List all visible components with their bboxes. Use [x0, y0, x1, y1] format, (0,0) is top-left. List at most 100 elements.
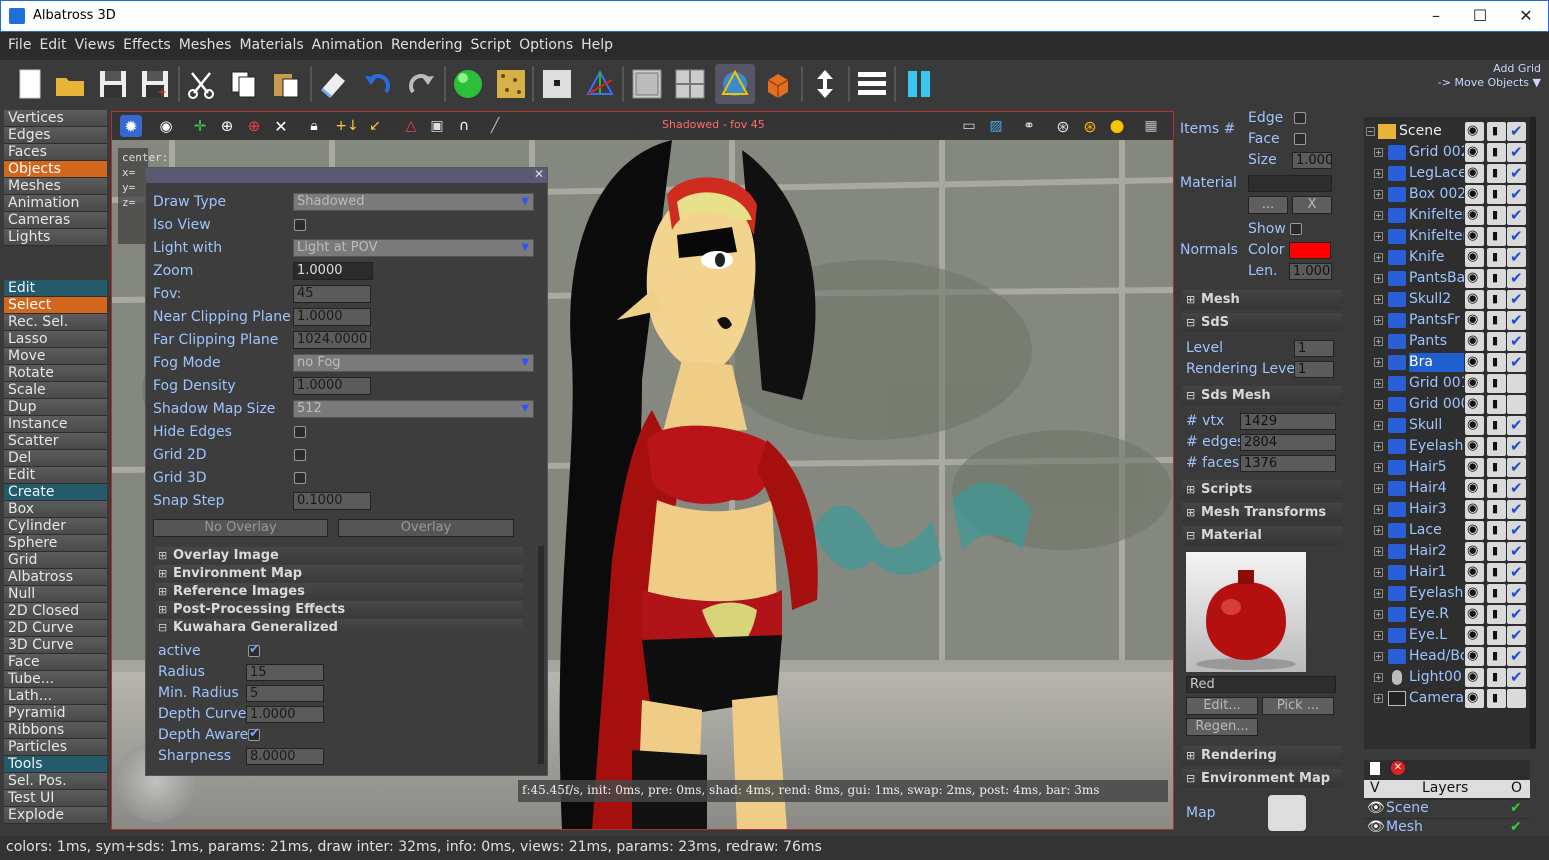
check-icon[interactable]: ✔: [1510, 800, 1522, 816]
render-check-icon[interactable]: ✔: [1507, 122, 1526, 141]
expand-icon[interactable]: +: [1374, 526, 1383, 535]
expand-icon[interactable]: +: [1374, 673, 1383, 682]
edit-scale[interactable]: Scale: [4, 382, 107, 399]
render-check-icon[interactable]: ✔: [1507, 206, 1526, 225]
render-check-icon[interactable]: ✔: [1507, 626, 1526, 645]
material-clear-button[interactable]: X: [1292, 196, 1332, 214]
outliner-item[interactable]: + Hair1 ◉ ▮ ✔: [1364, 562, 1530, 583]
level-input[interactable]: 1: [1294, 340, 1334, 357]
magnet-icon[interactable]: ∩: [453, 115, 475, 137]
render-check-icon[interactable]: [1507, 395, 1526, 414]
zoom-input[interactable]: 1.0000: [293, 262, 373, 280]
pause-icon[interactable]: [899, 64, 939, 104]
visibility-eye-icon[interactable]: ◉: [1465, 458, 1484, 477]
sharpness-input[interactable]: 8.0000: [246, 748, 324, 765]
visibility-eye-icon[interactable]: ◉: [1465, 521, 1484, 540]
edit-move[interactable]: Move: [4, 348, 107, 365]
grid-3d-checkbox[interactable]: [294, 472, 306, 484]
lock-icon[interactable]: ▮: [1487, 605, 1506, 624]
outliner-item[interactable]: + Skull2 ◉ ▮ ✔: [1364, 289, 1530, 310]
section-scripts[interactable]: Scripts: [1182, 480, 1342, 499]
outliner-item[interactable]: + Knifelten◉▮✔: [1364, 205, 1530, 226]
expand-icon[interactable]: +: [1374, 589, 1383, 598]
environment-map-thumbnail[interactable]: [1268, 795, 1306, 831]
fog-mode-select[interactable]: no Fog ▼: [293, 354, 534, 372]
open-folder-icon[interactable]: [50, 64, 90, 104]
outliner-item[interactable]: + Lace ◉ ▮ ✔: [1364, 520, 1530, 541]
new-file-icon[interactable]: [10, 64, 50, 104]
expand-icon[interactable]: +: [1374, 652, 1383, 661]
move-axes-icon[interactable]: ✛: [189, 115, 211, 137]
section-sds[interactable]: SdS: [1182, 313, 1342, 332]
expand-icon[interactable]: +: [1374, 547, 1383, 556]
expand-icon[interactable]: +: [1374, 400, 1383, 409]
close-window-button[interactable]: ✕: [1503, 5, 1549, 29]
render-check-icon[interactable]: ✔: [1507, 647, 1526, 666]
outliner-item[interactable]: + Bra ◉ ▮ ✔: [1364, 352, 1530, 373]
section-material[interactable]: Material: [1182, 526, 1342, 545]
edit-section-header[interactable]: Edit: [4, 280, 107, 297]
edit-del[interactable]: Del: [4, 450, 107, 467]
render-check-icon[interactable]: ✔: [1507, 290, 1526, 309]
section-environment-map[interactable]: Environment Map: [155, 565, 523, 582]
section-kuwahara[interactable]: Kuwahara Generalized: [155, 619, 523, 636]
section-overlay-image[interactable]: Overlay Image: [155, 547, 523, 564]
render-check-icon[interactable]: [1507, 689, 1526, 708]
outliner-item[interactable]: + Hair5 ◉ ▮ ✔: [1364, 457, 1530, 478]
render-check-icon[interactable]: ✔: [1507, 353, 1526, 372]
outliner-item[interactable]: + Hair3 ◉ ▮ ✔: [1364, 499, 1530, 520]
visibility-eye-icon[interactable]: ◉: [1465, 227, 1484, 246]
outliner-item[interactable]: + Camera ◉ ▮: [1364, 688, 1530, 709]
expand-icon[interactable]: +: [1374, 232, 1383, 241]
depth-curve-input[interactable]: 1.0000: [246, 706, 324, 723]
save-as-icon[interactable]: +: [135, 64, 175, 104]
lock-icon[interactable]: ▮: [1487, 668, 1506, 687]
render-check-icon[interactable]: ✔: [1507, 479, 1526, 498]
visibility-eye-icon[interactable]: ◉: [1465, 122, 1484, 141]
mode-cameras[interactable]: Cameras: [4, 212, 107, 229]
outliner-item[interactable]: + Hair4 ◉ ▮ ✔: [1364, 478, 1530, 499]
lock-icon[interactable]: ▮: [1487, 689, 1506, 708]
create-albatross[interactable]: Albatross: [4, 569, 107, 586]
menu-edit[interactable]: Edit: [35, 32, 70, 53]
render-check-icon[interactable]: ✔: [1507, 143, 1526, 162]
lock-icon[interactable]: 🔒︎: [303, 115, 325, 137]
menu-file[interactable]: File: [4, 32, 35, 53]
far-clipping-input[interactable]: 1024.0000: [293, 331, 371, 349]
iso-view-checkbox[interactable]: [294, 219, 306, 231]
visibility-eye-icon[interactable]: ◉: [1465, 542, 1484, 561]
show-normals-checkbox[interactable]: [1290, 223, 1302, 235]
render-check-icon[interactable]: ✔: [1507, 668, 1526, 687]
mode-lights[interactable]: Lights: [4, 229, 107, 246]
edge-checkbox[interactable]: [1294, 112, 1306, 124]
lock-icon[interactable]: ▮: [1487, 584, 1506, 603]
outliner-scrollbar[interactable]: [1530, 117, 1536, 749]
expand-icon[interactable]: +: [1374, 169, 1383, 178]
lock-icon[interactable]: ▮: [1487, 185, 1506, 204]
snap-down-icon[interactable]: +↓: [335, 115, 358, 137]
render-check-icon[interactable]: ✔: [1507, 605, 1526, 624]
edit-scatter[interactable]: Scatter: [4, 433, 107, 450]
expand-icon[interactable]: +: [1374, 379, 1383, 388]
near-clipping-input[interactable]: 1.0000: [293, 308, 371, 326]
lock-icon[interactable]: ▮: [1487, 311, 1506, 330]
outliner-item[interactable]: + Knife ◉ ▮ ✔: [1364, 247, 1530, 268]
create-tube[interactable]: Tube...: [4, 671, 107, 688]
menu-animation[interactable]: Animation: [308, 32, 387, 53]
outliner-item[interactable]: + Eyelashl ◉ ▮ ✔: [1364, 583, 1530, 604]
create-lath[interactable]: Lath...: [4, 688, 107, 705]
lock-icon[interactable]: ▮: [1487, 353, 1506, 372]
lock-icon[interactable]: ▮: [1487, 206, 1506, 225]
outliner-item[interactable]: + Grid 001 ◉ ▮: [1364, 373, 1530, 394]
material-browse-button[interactable]: ...: [1248, 196, 1288, 214]
outliner-item[interactable]: + Hair2 ◉ ▮ ✔: [1364, 541, 1530, 562]
menu-lines-icon[interactable]: [852, 64, 892, 104]
visibility-eye-icon[interactable]: ◉: [1465, 563, 1484, 582]
lock-icon[interactable]: ▮: [1487, 626, 1506, 645]
visibility-eye-icon[interactable]: ◉: [1465, 395, 1484, 414]
visibility-eye-icon[interactable]: ◉: [1465, 668, 1484, 687]
expand-icon[interactable]: +: [1374, 190, 1383, 199]
rotate-axes-icon[interactable]: ⊕: [216, 115, 238, 137]
radius-input[interactable]: 15: [246, 664, 324, 681]
outliner-item[interactable]: + Eye.L ◉ ▮ ✔: [1364, 625, 1530, 646]
